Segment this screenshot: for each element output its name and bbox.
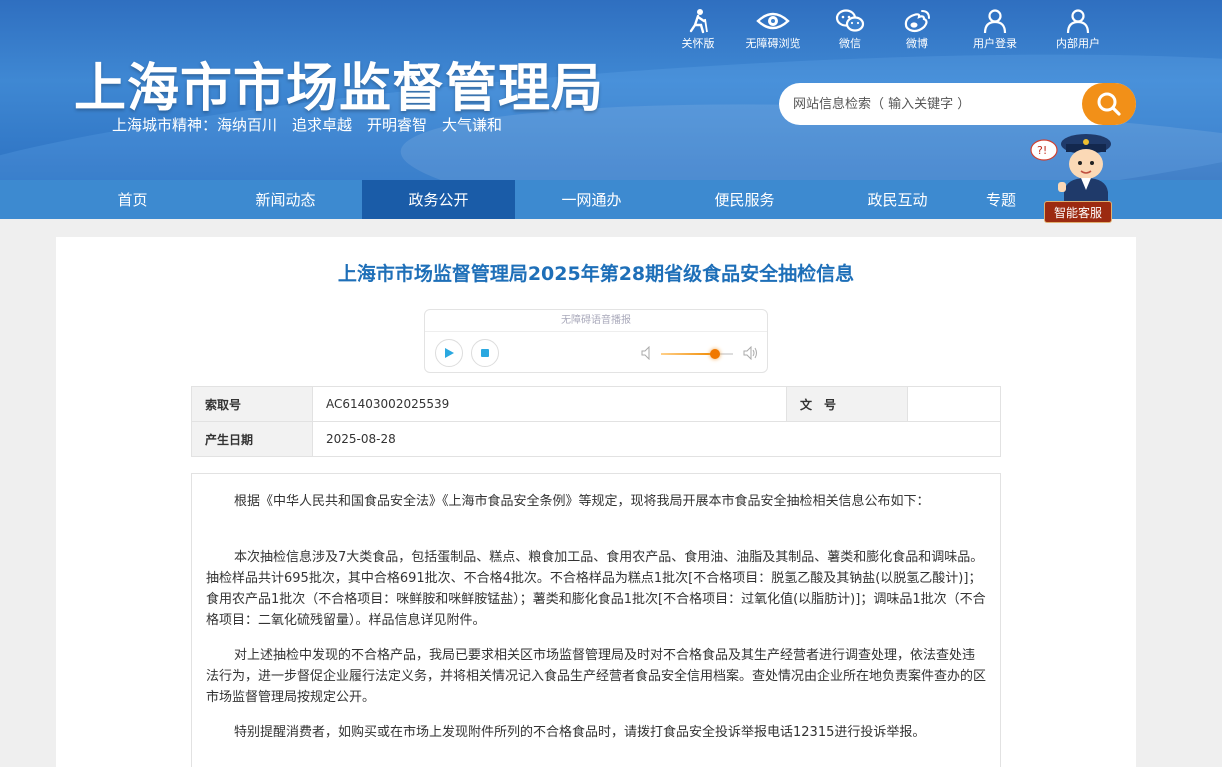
search-input[interactable] bbox=[793, 83, 1083, 125]
play-button[interactable] bbox=[435, 339, 463, 367]
weibo-label: 微博 bbox=[906, 37, 928, 50]
nav-item-interaction[interactable]: 政民互动 bbox=[821, 180, 974, 219]
eye-icon bbox=[756, 12, 790, 30]
article-panel: 上海市市场监督管理局2025年第28期省级食品安全抽检信息 无障碍语音播报 索取… bbox=[56, 237, 1136, 767]
audio-player: 无障碍语音播报 bbox=[424, 309, 768, 373]
stop-button[interactable] bbox=[471, 339, 499, 367]
document-number-label: 文 号 bbox=[786, 386, 908, 422]
volume-high-icon[interactable] bbox=[743, 346, 759, 360]
site-slogan: 上海城市精神：海纳百川 追求卓越 开明睿智 大气谦和 bbox=[112, 116, 503, 134]
nav-item-online-services[interactable]: 一网通办 bbox=[515, 180, 668, 219]
weibo-icon bbox=[904, 10, 930, 33]
search-icon bbox=[1097, 92, 1121, 116]
meta-row: 产生日期 2025-08-28 bbox=[191, 421, 1001, 457]
article-paragraph: 根据《中华人民共和国食品安全法》《上海市食品安全条例》等规定，现将我局开展本市食… bbox=[234, 494, 930, 509]
smart-customer-service-button[interactable]: 智能客服 bbox=[1044, 201, 1112, 223]
wechat-label: 微信 bbox=[839, 37, 861, 50]
internal-user-link[interactable]: 内部用户 bbox=[1038, 8, 1118, 51]
date-value: 2025-08-28 bbox=[312, 421, 1001, 457]
user-login-label: 用户登录 bbox=[973, 37, 1017, 50]
care-mode-icon bbox=[689, 9, 708, 34]
accessibility-link[interactable]: 无障碍浏览 bbox=[728, 8, 818, 51]
site-title[interactable]: 上海市市场监督管理局 bbox=[74, 46, 604, 121]
stop-icon bbox=[481, 349, 489, 357]
wechat-link[interactable]: 微信 bbox=[818, 8, 882, 51]
nav-item-home[interactable]: 首页 bbox=[56, 180, 209, 219]
care-mode-label: 关怀版 bbox=[681, 37, 715, 50]
nav-item-public-services[interactable]: 便民服务 bbox=[668, 180, 821, 219]
accessibility-label: 无障碍浏览 bbox=[745, 37, 801, 50]
volume-slider-handle[interactable] bbox=[710, 349, 720, 359]
volume-low-icon[interactable] bbox=[641, 346, 653, 360]
internal-user-label: 内部用户 bbox=[1056, 37, 1100, 50]
nav-item-topics[interactable]: 专题 bbox=[974, 180, 1034, 219]
user-login-link[interactable]: 用户登录 bbox=[952, 8, 1038, 51]
user-icon bbox=[1066, 9, 1090, 34]
search-box bbox=[779, 83, 1136, 125]
document-meta-table: 索取号 AC61403002025539 文 号 产生日期 2025-08-28 bbox=[191, 386, 1001, 457]
date-label: 产生日期 bbox=[191, 421, 313, 457]
care-mode-link[interactable]: 关怀版 bbox=[668, 8, 728, 51]
document-number-value bbox=[907, 386, 1001, 422]
weibo-link[interactable]: 微博 bbox=[882, 8, 952, 51]
index-number-label: 索取号 bbox=[191, 386, 313, 422]
article-title: 上海市市场监督管理局2025年第28期省级食品安全抽检信息 bbox=[337, 263, 855, 285]
user-icon bbox=[983, 9, 1007, 34]
nav-item-government-affairs[interactable]: 政务公开 bbox=[362, 180, 515, 219]
article-body: 根据《中华人民共和国食品安全法》《上海市食品安全条例》等规定，现将我局开展本市食… bbox=[191, 473, 1001, 767]
audio-player-label: 无障碍语音播报 bbox=[425, 310, 767, 332]
search-button[interactable] bbox=[1082, 83, 1136, 125]
volume-slider-fill bbox=[661, 353, 715, 355]
volume-slider[interactable] bbox=[661, 349, 733, 359]
index-number-value: AC61403002025539 bbox=[312, 386, 787, 422]
play-icon bbox=[445, 348, 454, 358]
meta-row: 索取号 AC61403002025539 文 号 bbox=[191, 386, 1001, 422]
article-paragraph: 对上述抽检中发现的不合格产品，我局已要求相关区市场监督管理局及时对不合格食品及其… bbox=[206, 648, 987, 705]
wechat-icon bbox=[835, 9, 865, 32]
article-paragraph: 本次抽检信息涉及7大类食品，包括蛋制品、糕点、粮食加工品、食用农产品、食用油、油… bbox=[206, 550, 986, 628]
top-links: 关怀版 无障碍浏览 微信 微博 用户登录 内部用户 bbox=[668, 8, 1118, 51]
article-paragraph: 特别提醒消费者，如购买或在市场上发现附件所列的不合格食品时，请拨打食品安全投诉举… bbox=[234, 725, 926, 740]
nav-item-news[interactable]: 新闻动态 bbox=[209, 180, 362, 219]
svg-text:?!: ?! bbox=[1037, 144, 1047, 157]
